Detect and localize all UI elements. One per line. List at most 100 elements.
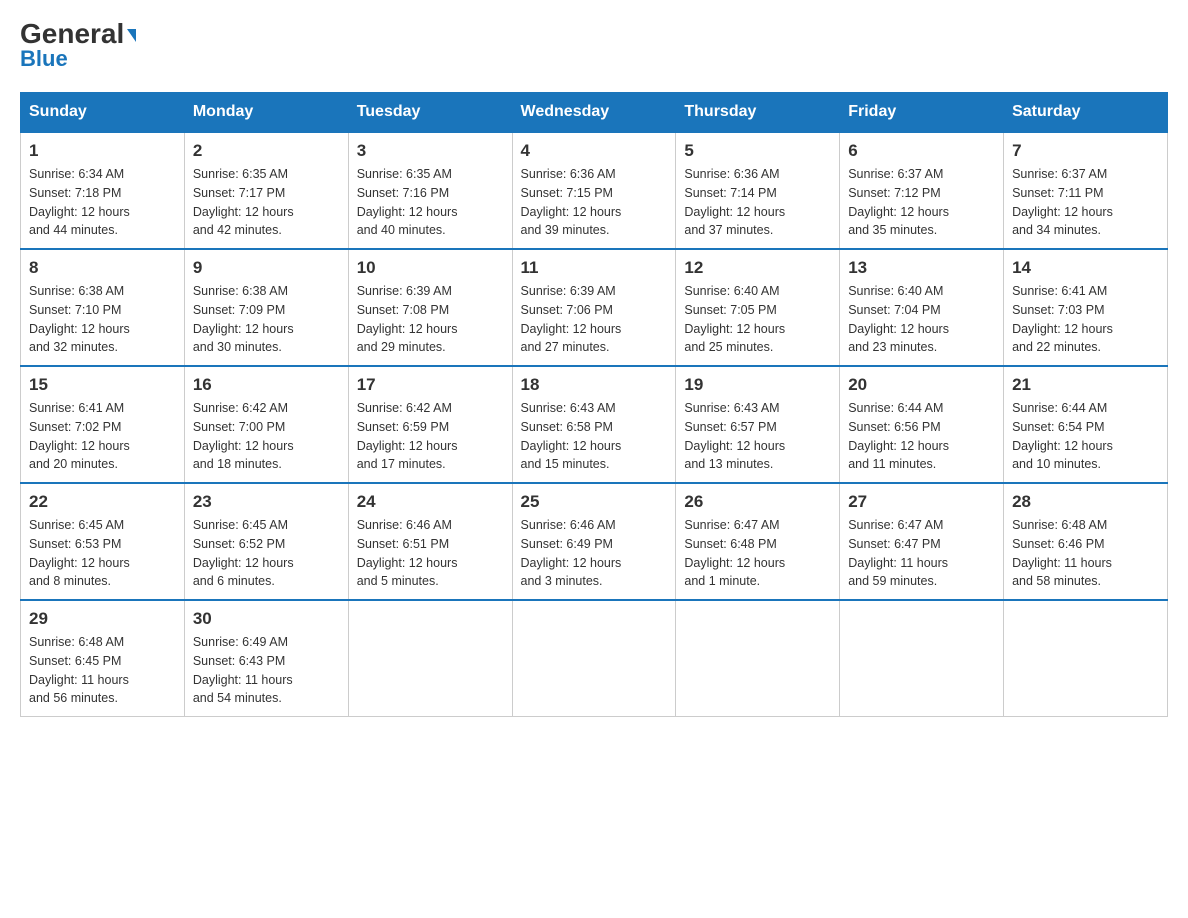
calendar-cell: 8Sunrise: 6:38 AMSunset: 7:10 PMDaylight… bbox=[21, 249, 185, 366]
logo-blue-text: Blue bbox=[20, 46, 68, 72]
day-info: Sunrise: 6:45 AMSunset: 6:53 PMDaylight:… bbox=[29, 516, 176, 591]
day-number: 30 bbox=[193, 609, 340, 629]
day-info: Sunrise: 6:41 AMSunset: 7:02 PMDaylight:… bbox=[29, 399, 176, 474]
calendar-cell: 2 Sunrise: 6:35 AMSunset: 7:17 PMDaylight… bbox=[184, 132, 348, 249]
day-number: 28 bbox=[1012, 492, 1159, 512]
day-number: 6 bbox=[848, 141, 995, 161]
weekday-header-friday: Friday bbox=[840, 93, 1004, 133]
calendar-cell bbox=[1004, 600, 1168, 717]
calendar-cell: 23 Sunrise: 6:45 AMSunset: 6:52 PMDayligh… bbox=[184, 483, 348, 600]
calendar-cell bbox=[676, 600, 840, 717]
day-info: Sunrise: 6:42 AMSunset: 7:00 PMDaylight:… bbox=[193, 399, 340, 474]
day-number: 1 bbox=[29, 141, 176, 161]
week-row-5: 29 Sunrise: 6:48 AMSunset: 6:45 PMDayligh… bbox=[21, 600, 1168, 717]
calendar-cell: 9 Sunrise: 6:38 AMSunset: 7:09 PMDaylight… bbox=[184, 249, 348, 366]
day-number: 26 bbox=[684, 492, 831, 512]
calendar-cell: 15 Sunrise: 6:41 AMSunset: 7:02 PMDayligh… bbox=[21, 366, 185, 483]
calendar-cell: 21 Sunrise: 6:44 AMSunset: 6:54 PMDayligh… bbox=[1004, 366, 1168, 483]
day-number: 15 bbox=[29, 375, 176, 395]
weekday-header-sunday: Sunday bbox=[21, 93, 185, 133]
day-info: Sunrise: 6:35 AMSunset: 7:16 PMDaylight:… bbox=[357, 165, 504, 240]
calendar-cell: 22 Sunrise: 6:45 AMSunset: 6:53 PMDayligh… bbox=[21, 483, 185, 600]
calendar-cell: 11Sunrise: 6:39 AMSunset: 7:06 PMDayligh… bbox=[512, 249, 676, 366]
weekday-header-tuesday: Tuesday bbox=[348, 93, 512, 133]
day-info: Sunrise: 6:40 AMSunset: 7:05 PMDaylight:… bbox=[684, 282, 831, 357]
calendar-cell: 28 Sunrise: 6:48 AMSunset: 6:46 PMDayligh… bbox=[1004, 483, 1168, 600]
day-info: Sunrise: 6:46 AMSunset: 6:51 PMDaylight:… bbox=[357, 516, 504, 591]
day-info: Sunrise: 6:44 AMSunset: 6:54 PMDaylight:… bbox=[1012, 399, 1159, 474]
week-row-2: 8Sunrise: 6:38 AMSunset: 7:10 PMDaylight… bbox=[21, 249, 1168, 366]
calendar-cell: 14 Sunrise: 6:41 AMSunset: 7:03 PMDayligh… bbox=[1004, 249, 1168, 366]
calendar-cell bbox=[840, 600, 1004, 717]
calendar-cell: 24 Sunrise: 6:46 AMSunset: 6:51 PMDayligh… bbox=[348, 483, 512, 600]
day-number: 11 bbox=[521, 258, 668, 278]
day-number: 24 bbox=[357, 492, 504, 512]
calendar-cell: 20 Sunrise: 6:44 AMSunset: 6:56 PMDayligh… bbox=[840, 366, 1004, 483]
calendar-cell: 12 Sunrise: 6:40 AMSunset: 7:05 PMDayligh… bbox=[676, 249, 840, 366]
day-info: Sunrise: 6:35 AMSunset: 7:17 PMDaylight:… bbox=[193, 165, 340, 240]
calendar-cell: 4Sunrise: 6:36 AMSunset: 7:15 PMDaylight… bbox=[512, 132, 676, 249]
calendar-cell: 7Sunrise: 6:37 AMSunset: 7:11 PMDaylight… bbox=[1004, 132, 1168, 249]
day-info: Sunrise: 6:42 AMSunset: 6:59 PMDaylight:… bbox=[357, 399, 504, 474]
calendar-cell: 25Sunrise: 6:46 AMSunset: 6:49 PMDayligh… bbox=[512, 483, 676, 600]
calendar-cell bbox=[512, 600, 676, 717]
day-info: Sunrise: 6:45 AMSunset: 6:52 PMDaylight:… bbox=[193, 516, 340, 591]
day-info: Sunrise: 6:48 AMSunset: 6:45 PMDaylight:… bbox=[29, 633, 176, 708]
day-number: 4 bbox=[521, 141, 668, 161]
day-number: 5 bbox=[684, 141, 831, 161]
calendar-cell: 27 Sunrise: 6:47 AMSunset: 6:47 PMDayligh… bbox=[840, 483, 1004, 600]
day-number: 12 bbox=[684, 258, 831, 278]
day-info: Sunrise: 6:37 AMSunset: 7:11 PMDaylight:… bbox=[1012, 165, 1159, 240]
calendar-cell: 17 Sunrise: 6:42 AMSunset: 6:59 PMDayligh… bbox=[348, 366, 512, 483]
page-header: General Blue bbox=[20, 20, 1168, 72]
day-number: 13 bbox=[848, 258, 995, 278]
day-number: 10 bbox=[357, 258, 504, 278]
weekday-header-thursday: Thursday bbox=[676, 93, 840, 133]
calendar-cell: 29 Sunrise: 6:48 AMSunset: 6:45 PMDayligh… bbox=[21, 600, 185, 717]
day-info: Sunrise: 6:43 AMSunset: 6:57 PMDaylight:… bbox=[684, 399, 831, 474]
day-info: Sunrise: 6:39 AMSunset: 7:08 PMDaylight:… bbox=[357, 282, 504, 357]
day-number: 2 bbox=[193, 141, 340, 161]
day-info: Sunrise: 6:49 AMSunset: 6:43 PMDaylight:… bbox=[193, 633, 340, 708]
day-info: Sunrise: 6:47 AMSunset: 6:47 PMDaylight:… bbox=[848, 516, 995, 591]
calendar-table: SundayMondayTuesdayWednesdayThursdayFrid… bbox=[20, 92, 1168, 717]
day-number: 25 bbox=[521, 492, 668, 512]
day-info: Sunrise: 6:43 AMSunset: 6:58 PMDaylight:… bbox=[521, 399, 668, 474]
day-info: Sunrise: 6:36 AMSunset: 7:14 PMDaylight:… bbox=[684, 165, 831, 240]
week-row-1: 1 Sunrise: 6:34 AMSunset: 7:18 PMDaylight… bbox=[21, 132, 1168, 249]
day-info: Sunrise: 6:47 AMSunset: 6:48 PMDaylight:… bbox=[684, 516, 831, 591]
weekday-header-wednesday: Wednesday bbox=[512, 93, 676, 133]
day-number: 17 bbox=[357, 375, 504, 395]
day-number: 21 bbox=[1012, 375, 1159, 395]
day-info: Sunrise: 6:34 AMSunset: 7:18 PMDaylight:… bbox=[29, 165, 176, 240]
day-info: Sunrise: 6:38 AMSunset: 7:09 PMDaylight:… bbox=[193, 282, 340, 357]
calendar-cell: 16 Sunrise: 6:42 AMSunset: 7:00 PMDayligh… bbox=[184, 366, 348, 483]
calendar-cell: 30 Sunrise: 6:49 AMSunset: 6:43 PMDayligh… bbox=[184, 600, 348, 717]
week-row-4: 22 Sunrise: 6:45 AMSunset: 6:53 PMDayligh… bbox=[21, 483, 1168, 600]
weekday-header-saturday: Saturday bbox=[1004, 93, 1168, 133]
logo-general-text: General bbox=[20, 20, 136, 48]
calendar-cell: 3 Sunrise: 6:35 AMSunset: 7:16 PMDaylight… bbox=[348, 132, 512, 249]
calendar-cell: 18Sunrise: 6:43 AMSunset: 6:58 PMDayligh… bbox=[512, 366, 676, 483]
day-info: Sunrise: 6:40 AMSunset: 7:04 PMDaylight:… bbox=[848, 282, 995, 357]
day-number: 29 bbox=[29, 609, 176, 629]
day-number: 20 bbox=[848, 375, 995, 395]
day-number: 3 bbox=[357, 141, 504, 161]
day-number: 22 bbox=[29, 492, 176, 512]
day-number: 27 bbox=[848, 492, 995, 512]
day-number: 19 bbox=[684, 375, 831, 395]
calendar-cell: 10 Sunrise: 6:39 AMSunset: 7:08 PMDayligh… bbox=[348, 249, 512, 366]
weekday-header-monday: Monday bbox=[184, 93, 348, 133]
day-info: Sunrise: 6:48 AMSunset: 6:46 PMDaylight:… bbox=[1012, 516, 1159, 591]
day-info: Sunrise: 6:41 AMSunset: 7:03 PMDaylight:… bbox=[1012, 282, 1159, 357]
day-info: Sunrise: 6:37 AMSunset: 7:12 PMDaylight:… bbox=[848, 165, 995, 240]
calendar-cell bbox=[348, 600, 512, 717]
day-info: Sunrise: 6:44 AMSunset: 6:56 PMDaylight:… bbox=[848, 399, 995, 474]
day-number: 14 bbox=[1012, 258, 1159, 278]
calendar-cell: 1 Sunrise: 6:34 AMSunset: 7:18 PMDaylight… bbox=[21, 132, 185, 249]
calendar-cell: 13 Sunrise: 6:40 AMSunset: 7:04 PMDayligh… bbox=[840, 249, 1004, 366]
weekday-header-row: SundayMondayTuesdayWednesdayThursdayFrid… bbox=[21, 93, 1168, 133]
day-number: 23 bbox=[193, 492, 340, 512]
day-number: 9 bbox=[193, 258, 340, 278]
day-number: 16 bbox=[193, 375, 340, 395]
